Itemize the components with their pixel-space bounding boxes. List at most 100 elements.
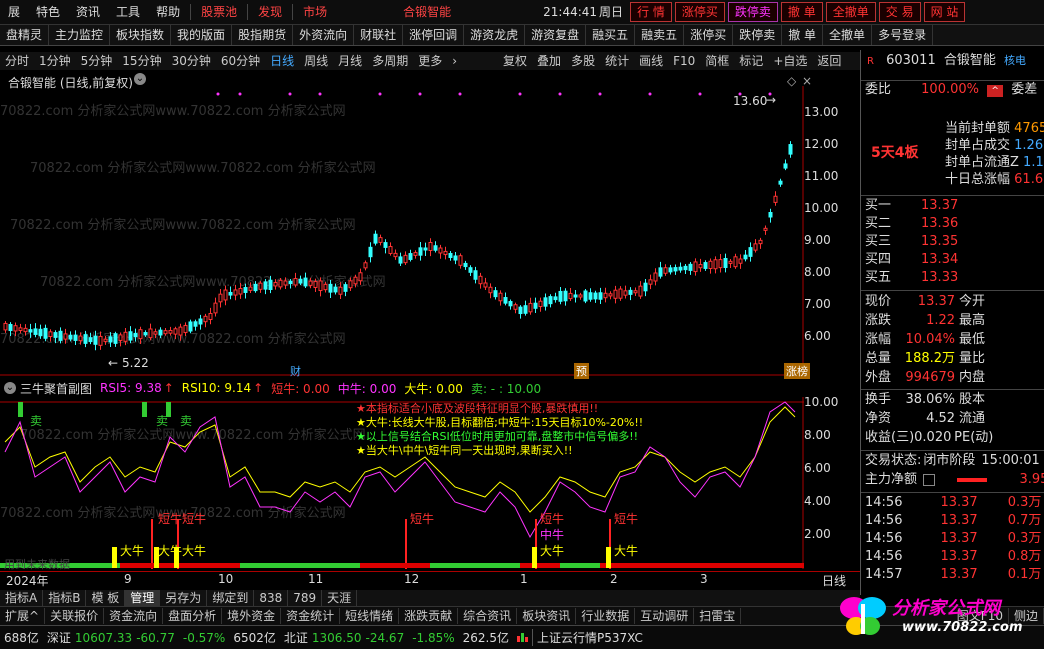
tool-mark[interactable]: 标记 [734,52,768,70]
func-button-multi-login[interactable]: 多号登录 [872,25,934,45]
cancel-all-button[interactable]: 全撤单 [825,2,876,22]
candle [123,331,128,342]
func-button-margin-sell[interactable]: 融卖五 [635,25,685,45]
func-button-review[interactable]: 游资复盘 [525,25,587,45]
func-button-foreign-flow[interactable]: 外资流向 [293,25,355,45]
chevron-down-icon[interactable]: ⌄ [4,382,16,394]
event-marker-forecast[interactable]: 预 [574,363,589,379]
tab-indicator-b[interactable]: 指标B [43,590,87,606]
tool-stats[interactable]: 统计 [600,52,634,70]
limit-up-buy-button[interactable]: 涨停买 [674,2,725,22]
period-1min[interactable]: 1分钟 [34,52,76,70]
list-icon[interactable] [923,473,936,486]
tab-save-as[interactable]: 另存为 [160,590,208,606]
tab-838[interactable]: 838 [254,590,289,606]
tab-market-analysis[interactable]: 盘面分析 [163,608,223,624]
quote-button[interactable]: 行 情 [630,2,672,22]
tool-draw[interactable]: 画线 [634,52,668,70]
mid-bull-mark: 中牛 [540,528,565,542]
diamond-icon[interactable]: ◇ [787,74,796,88]
chart-area[interactable]: 合锻智能 (日线,前复权) ⌄ 70822.com 分析家公式网www.7082… [0,72,860,590]
func-button-sector-index[interactable]: 板块指数 [110,25,172,45]
menu-item-news[interactable]: 资讯 [68,0,108,24]
tool-multi-stock[interactable]: 多股 [566,52,600,70]
func-button-hot-money[interactable]: 游资龙虎 [464,25,526,45]
chevron-right-icon[interactable]: › [447,52,462,70]
func-button-limit-pullback[interactable]: 涨停回调 [403,25,465,45]
period-5min[interactable]: 5分钟 [76,52,118,70]
close-icon[interactable]: × [802,74,812,88]
big-bull-bar [532,547,537,568]
candle [653,272,658,282]
candle [168,329,173,334]
func-button-limit-down-sell[interactable]: 跌停卖 [733,25,783,45]
tool-simple[interactable]: 简框 [700,52,734,70]
period-daily[interactable]: 日线 [265,52,299,70]
event-marker-board[interactable]: 涨榜 [784,363,810,379]
tab-indicator-a[interactable]: 指标A [0,590,44,606]
tab-risk-scan[interactable]: 扫雷宝 [694,608,742,624]
tab-manage[interactable]: 管理 [125,590,161,606]
tab-contribution[interactable]: 涨跌贡献 [399,608,459,624]
tab-industry-data[interactable]: 行业数据 [576,608,636,624]
menu-item-view[interactable]: 展 [0,0,28,24]
period-monthly[interactable]: 月线 [333,52,367,70]
func-button-cls[interactable]: 财联社 [354,25,404,45]
period-weekly[interactable]: 周线 [299,52,333,70]
tool-f10[interactable]: F10 [668,52,700,70]
concept-tag[interactable]: 核电 [1004,54,1026,67]
period-30min[interactable]: 30分钟 [167,52,216,70]
candle [603,292,608,299]
tab-related-quote[interactable]: 关联报价 [45,608,105,624]
website-button[interactable]: 网 站 [923,2,966,22]
candle [293,278,298,286]
func-button-cancel[interactable]: 撤 单 [782,25,824,45]
tab-bind[interactable]: 绑定到 [207,590,255,606]
func-button-limit-up-buy[interactable]: 涨停买 [684,25,734,45]
candle [778,180,783,185]
event-marker-finance[interactable]: 财 [290,363,301,379]
tab-news[interactable]: 综合资讯 [458,608,518,624]
stock-name: 合锻智能 [943,53,996,68]
candle [628,289,633,295]
func-button-main-monitor[interactable]: 主力监控 [49,25,111,45]
menu-item-special[interactable]: 特色 [28,0,68,24]
limit-down-sell-button[interactable]: 跌停卖 [727,2,778,22]
menu-item-stock-pool[interactable]: 股票池 [193,0,245,24]
func-button-genie[interactable]: 盘精灵 [0,25,50,45]
tab-tianya[interactable]: 天涯 [322,590,358,606]
func-button-cancel-all[interactable]: 全撤单 [823,25,873,45]
cancel-order-button[interactable]: 撤 单 [780,2,823,22]
candle [463,262,468,268]
tab-capital-flow[interactable]: 资金流向 [104,608,164,624]
menu-item-help[interactable]: 帮助 [148,0,188,24]
period-multi[interactable]: 多周期 [367,52,413,70]
period-more[interactable]: 更多 [413,52,447,70]
tab-template[interactable]: 模 板 [86,590,126,606]
tool-back[interactable]: 返回 [812,52,846,70]
tool-adjust[interactable]: 复权 [498,52,532,70]
func-button-my-layout[interactable]: 我的版面 [171,25,233,45]
candle [513,304,518,310]
menu-item-tools[interactable]: 工具 [108,0,148,24]
func-button-futures[interactable]: 股指期货 [232,25,294,45]
chevron-up-icon[interactable]: ^ [987,85,1004,97]
menu-item-market[interactable]: 市场 [295,0,335,24]
tab-foreign-capital[interactable]: 境外资金 [222,608,282,624]
period-timeshare[interactable]: 分时 [0,52,34,70]
tool-add-watch[interactable]: +自选 [768,52,812,70]
func-button-margin-buy[interactable]: 融买五 [586,25,636,45]
period-15min[interactable]: 15分钟 [117,52,166,70]
tab-expand[interactable]: 扩展^ [0,608,46,624]
period-60min[interactable]: 60分钟 [216,52,265,70]
tab-sector-news[interactable]: 板块资讯 [517,608,577,624]
tab-short-sentiment[interactable]: 短线情绪 [340,608,400,624]
tool-overlay[interactable]: 叠加 [532,52,566,70]
tab-interactive[interactable]: 互动调研 [635,608,695,624]
chevron-down-icon[interactable]: ⌄ [134,73,146,85]
menu-item-discover[interactable]: 发现 [250,0,290,24]
trade-button[interactable]: 交 易 [878,2,921,22]
tab-789[interactable]: 789 [288,590,323,606]
tab-capital-stats[interactable]: 资金统计 [281,608,341,624]
big-bull-mark: 大牛 [540,544,565,558]
